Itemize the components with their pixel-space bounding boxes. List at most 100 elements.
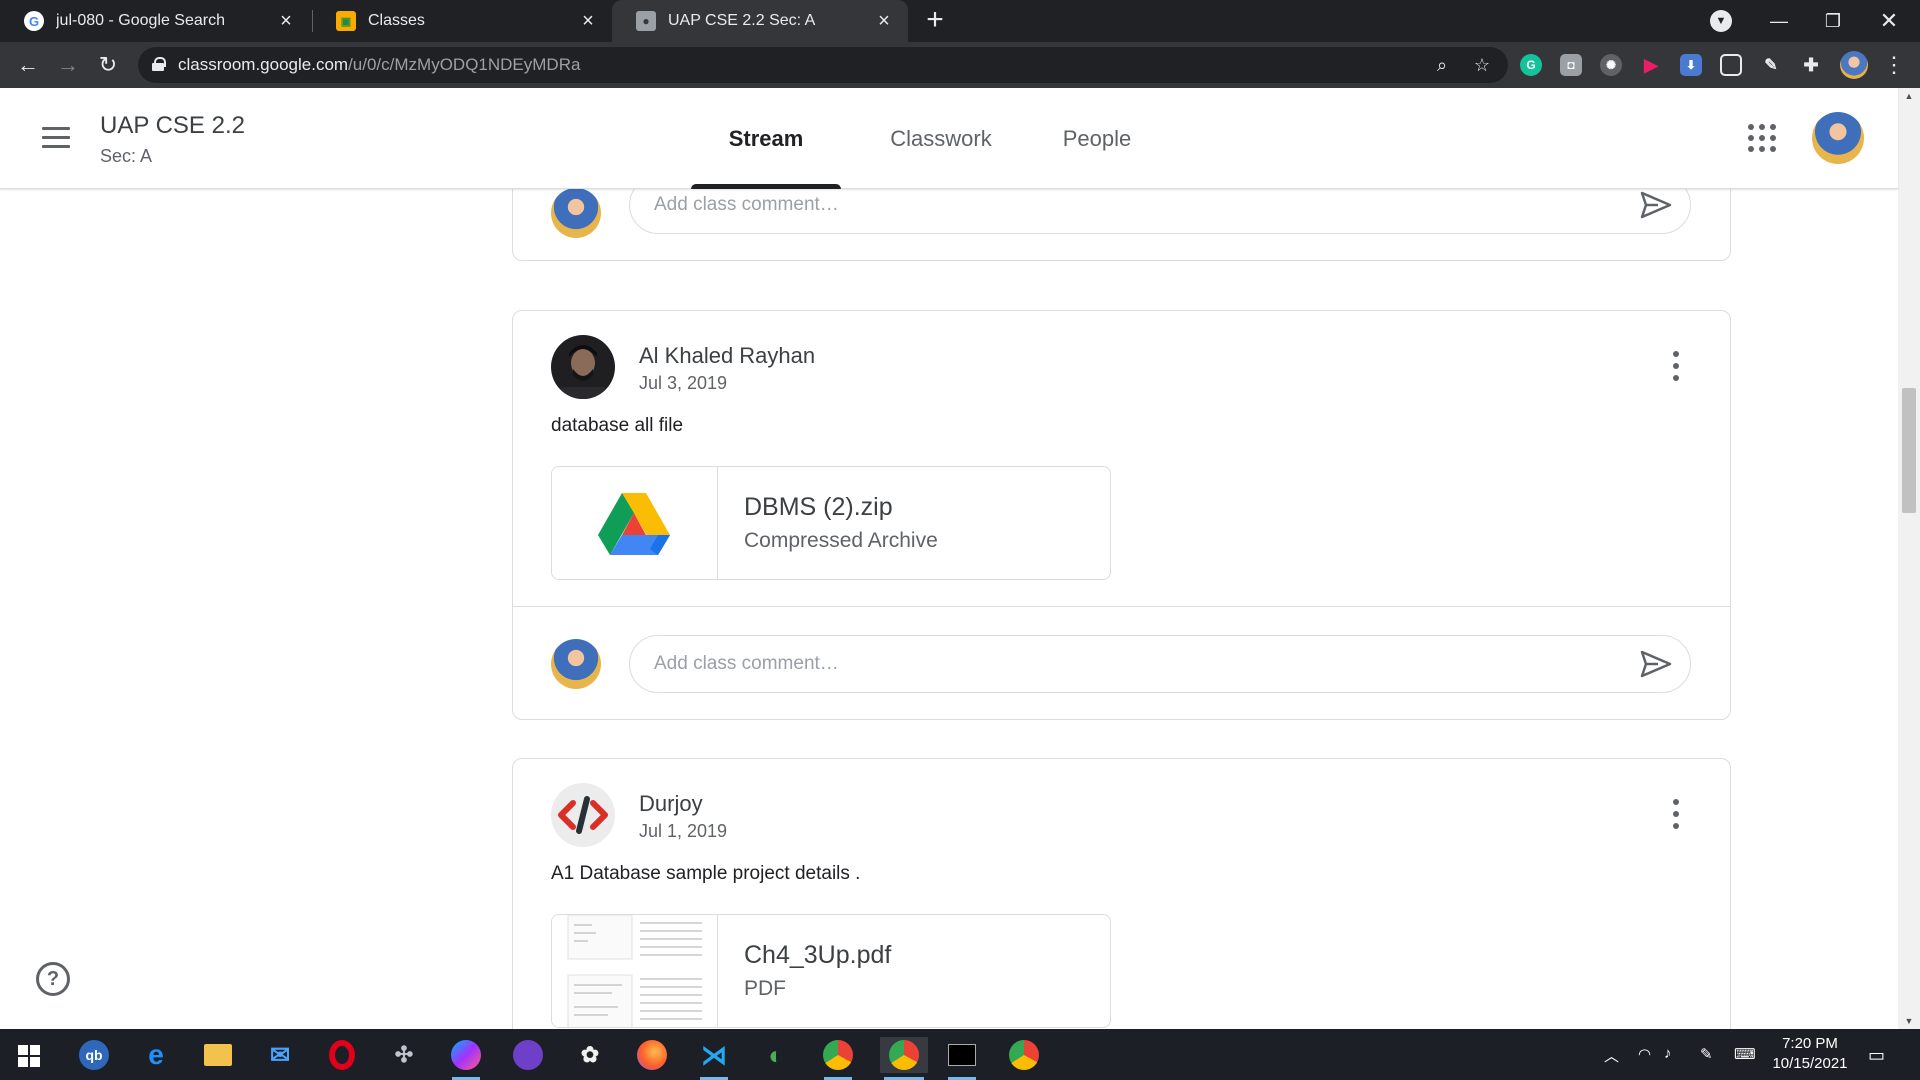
post-date[interactable]: Jul 3, 2019 [639,373,727,394]
tab-stream[interactable]: Stream [691,88,841,189]
attachment-thumbnail [552,467,718,579]
classroom-class-icon: ● [636,11,656,31]
classroom-icon: ▣ [336,11,356,31]
comment-input[interactable] [654,189,1614,233]
app-icon[interactable]: ✣ [386,1037,422,1073]
browser-toolbar: ← → ↻ classroom.google.com/u/0/c/MzMyODQ… [0,42,1920,88]
tab-search-icon[interactable]: ▼ [1710,10,1732,32]
terminal-icon[interactable] [944,1037,980,1080]
url-path: /u/0/c/MzMyODQ1NDEyMDRa [348,55,581,74]
opera-icon[interactable] [324,1037,360,1073]
bookmark-star-icon[interactable]: ☆ [1470,53,1494,77]
post-card-previous [512,189,1731,261]
post-text: database all file [551,415,684,436]
browser-tab-uap-cse[interactable]: ● UAP CSE 2.2 Sec: A × [612,0,908,42]
download-extension-icon[interactable]: ⬇ [1680,54,1702,76]
camera-extension-icon[interactable]: ◘ [1560,54,1582,76]
close-icon[interactable]: × [276,10,296,32]
qbittorrent-icon[interactable]: qb [76,1037,112,1073]
chrome-active-icon[interactable] [880,1037,928,1080]
volume-icon[interactable]: ♪ [1664,1045,1672,1062]
more-options-icon[interactable] [1672,799,1680,829]
app-globe-icon[interactable]: ◐ [758,1037,794,1073]
puzzle-extensions-icon[interactable]: ✚ [1800,54,1822,76]
attachment-name: Ch4_3Up.pdf [744,941,892,969]
comment-field[interactable] [629,635,1691,693]
post-card: Al Khaled Rayhan Jul 3, 2019 database al… [512,310,1731,720]
main-menu-icon[interactable] [38,124,74,152]
extension-icon[interactable]: ✺ [1600,54,1622,76]
author-avatar [551,783,615,847]
google-apps-icon[interactable] [1746,122,1778,154]
author-avatar [551,335,615,399]
pen-workspace-icon[interactable]: ✎ [1700,1045,1713,1063]
forward-icon[interactable]: → [54,51,82,79]
scroll-up-icon[interactable]: ▲ [1898,88,1920,104]
back-icon[interactable]: ← [14,51,42,79]
address-bar[interactable]: classroom.google.com/u/0/c/MzMyODQ1NDEyM… [138,47,1508,83]
account-avatar[interactable] [1812,112,1864,164]
page-scrollbar[interactable]: ▲ ▼ [1898,88,1920,1029]
window-close-icon[interactable]: ✕ [1862,0,1916,42]
system-clock[interactable]: 7:20 PM 10/15/2021 [1760,1034,1860,1074]
windows-taskbar: qb e ✉ ✣ ✿ ⋊ ◐ ︿ ◠ ♪ ✎ ⌨ 7:20 PM 10/15/2… [0,1029,1920,1080]
post-text: A1 Database sample project details . [551,863,861,884]
tab-people[interactable]: People [1037,88,1157,189]
vscode-icon[interactable]: ⋊ [696,1037,732,1080]
wifi-icon[interactable]: ◠ [1638,1045,1651,1063]
mail-icon[interactable]: ✉ [262,1037,298,1073]
minimize-icon[interactable]: — [1752,0,1806,42]
play-extension-icon[interactable]: ▶ [1640,54,1662,76]
attachment-card[interactable]: DBMS (2).zip Compressed Archive [551,466,1111,580]
clock-date: 10/15/2021 [1772,1055,1848,1072]
pen-extension-icon[interactable]: ✎ [1760,54,1782,76]
comment-row [513,607,1730,722]
close-icon[interactable]: × [578,10,598,32]
tab-classwork[interactable]: Classwork [866,88,1016,189]
chrome-icon[interactable] [820,1037,856,1080]
keyboard-icon[interactable]: ⌨ [1734,1045,1756,1063]
messenger-icon[interactable] [448,1037,484,1080]
file-explorer-icon[interactable] [200,1037,236,1073]
send-icon[interactable] [1640,650,1672,678]
classroom-header: UAP CSE 2.2 Sec: A Stream Classwork Peop… [0,88,1898,189]
browser-tab-classes[interactable]: ▣ Classes × [312,0,612,42]
profile-avatar[interactable] [1840,51,1868,79]
class-title[interactable]: UAP CSE 2.2 [100,112,245,140]
github-desktop-icon[interactable] [510,1037,546,1073]
attachment-card[interactable]: Ch4_3Up.pdf PDF [551,914,1111,1028]
help-icon[interactable]: ? [36,962,70,996]
edge-icon[interactable]: e [138,1037,174,1073]
pdf-preview [567,915,702,1027]
browser-tab-strip: G jul-080 - Google Search × ▣ Classes × … [0,0,1920,42]
more-options-icon[interactable] [1672,351,1680,381]
chrome-profile-icon[interactable] [1006,1037,1042,1073]
chrome-menu-icon[interactable]: ⋮ [1880,51,1908,79]
post-card: Durjoy Jul 1, 2019 A1 Database sample pr… [512,758,1731,1029]
zoom-icon[interactable]: ⌕ [1430,53,1454,77]
browser-tab-google-search[interactable]: G jul-080 - Google Search × [0,0,310,42]
screen-extension-icon[interactable] [1720,54,1742,76]
new-tab-button[interactable]: + [920,5,950,36]
reload-icon[interactable]: ↻ [94,51,122,79]
restore-icon[interactable]: ❐ [1806,0,1860,42]
attachment-type: Compressed Archive [744,529,938,552]
scrollbar-thumb[interactable] [1902,388,1916,513]
post-date[interactable]: Jul 1, 2019 [639,821,727,842]
google-g-icon: G [24,11,44,31]
firefox-icon[interactable] [634,1037,670,1073]
notifications-icon[interactable]: ▭ [1868,1045,1885,1066]
paint-icon[interactable]: ✿ [572,1037,608,1073]
attachment-type: PDF [744,977,786,1000]
grammarly-extension-icon[interactable]: G [1520,54,1542,76]
send-icon[interactable] [1640,191,1672,219]
comment-field[interactable] [629,189,1691,234]
scroll-down-icon[interactable]: ▼ [1898,1013,1920,1029]
tab-title: jul-080 - Google Search [56,12,225,29]
comment-input[interactable] [654,636,1614,692]
attachment-name: DBMS (2).zip [744,493,893,521]
tray-chevron-icon[interactable]: ︿ [1604,1045,1619,1066]
windows-start-icon[interactable] [18,1045,40,1067]
close-icon[interactable]: × [874,10,894,32]
lock-icon [152,57,166,71]
